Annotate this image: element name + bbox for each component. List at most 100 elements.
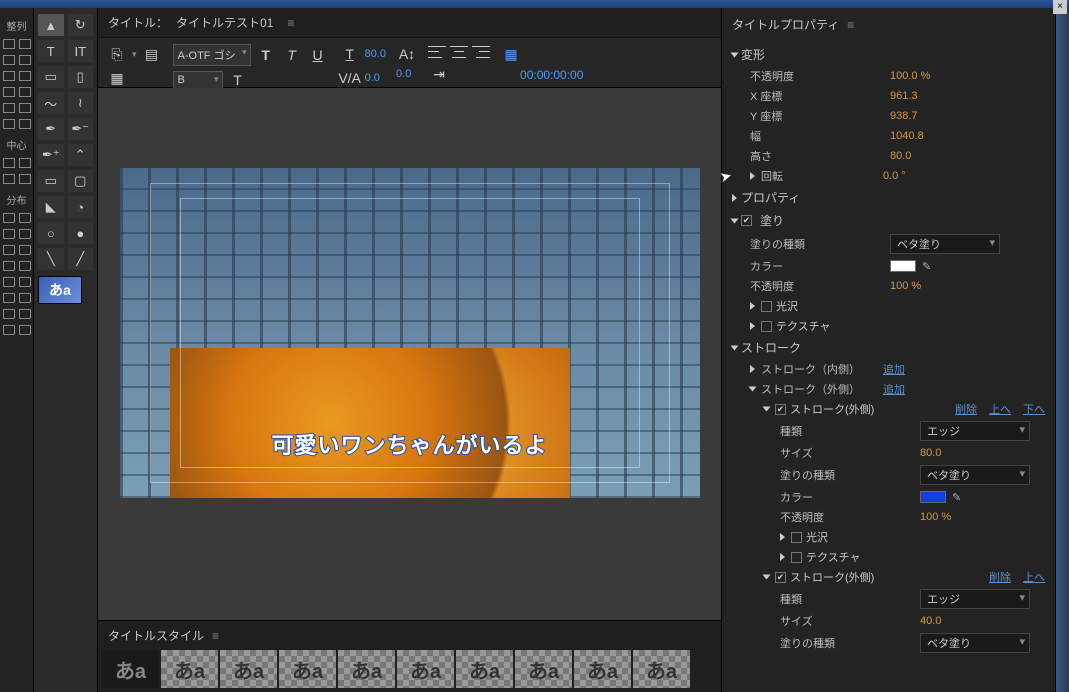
add-anchor-tool[interactable]: ✒⁺: [38, 144, 64, 166]
fill-color-swatch[interactable]: [890, 260, 916, 272]
align-right-icon[interactable]: [3, 69, 31, 83]
gloss-checkbox[interactable]: [761, 301, 772, 312]
align-bottom-icon[interactable]: [3, 117, 31, 131]
font-size-value[interactable]: 80.0: [365, 48, 386, 60]
style-swatch[interactable]: あa: [574, 650, 631, 688]
fill-opacity-value[interactable]: 100 %: [890, 280, 921, 292]
texture-checkbox[interactable]: [761, 321, 772, 332]
rotation-value[interactable]: 0.0 °: [883, 170, 906, 182]
stroke1-checkbox[interactable]: [775, 404, 786, 415]
outer-stroke-expand-icon[interactable]: [749, 387, 757, 392]
stroke1-filltype-select[interactable]: ベタ塗り: [920, 465, 1030, 485]
stroke1-down-link[interactable]: 下へ: [1023, 401, 1045, 417]
tab-stops-icon[interactable]: ⇥: [428, 64, 450, 84]
inner-stroke-add-link[interactable]: 追加: [883, 361, 905, 377]
gloss-expand-icon[interactable]: [750, 302, 755, 310]
center-v-icon[interactable]: [3, 172, 31, 186]
stroke2-expand-icon[interactable]: [763, 575, 771, 580]
align-left-icon[interactable]: [3, 37, 31, 51]
vertical-area-type-tool[interactable]: ▯: [68, 66, 94, 88]
leading-value[interactable]: 0.0: [396, 68, 411, 80]
align-top-icon[interactable]: [3, 85, 31, 99]
dist-6-icon[interactable]: [3, 291, 31, 305]
canvas-area[interactable]: 可愛いワンちゃんがいるよ: [98, 88, 721, 620]
stroke1-texture-checkbox[interactable]: [791, 552, 802, 563]
new-title-icon[interactable]: ⎘: [106, 44, 128, 64]
style-swatch[interactable]: あa: [279, 650, 336, 688]
roll-crawl-icon[interactable]: ▦: [106, 68, 128, 88]
italic-button[interactable]: T: [281, 45, 303, 65]
line-tool-2[interactable]: ╱: [68, 248, 94, 270]
align-center-button[interactable]: [450, 44, 468, 60]
style-swatch[interactable]: あa: [456, 650, 513, 688]
templates-icon[interactable]: ▤: [141, 44, 163, 64]
stroke2-filltype-select[interactable]: ベタ塗り: [920, 633, 1030, 653]
height-value[interactable]: 80.0: [890, 150, 911, 162]
align-vcenter-icon[interactable]: [3, 101, 31, 115]
stroke2-kind-select[interactable]: エッジ: [920, 589, 1030, 609]
section-transform[interactable]: 変形: [732, 43, 1045, 66]
style-thumbnail[interactable]: あa: [38, 276, 82, 304]
stroke1-color-swatch[interactable]: [920, 491, 946, 503]
inner-stroke-expand-icon[interactable]: [750, 365, 755, 373]
stroke1-texture-expand-icon[interactable]: [780, 553, 785, 561]
smallcaps-button[interactable]: T: [227, 70, 249, 90]
show-video-icon[interactable]: ▦: [500, 44, 522, 64]
rectangle-tool[interactable]: ▭: [38, 170, 64, 192]
style-swatch[interactable]: あa: [397, 650, 454, 688]
stroke1-gloss-checkbox[interactable]: [791, 532, 802, 543]
fill-type-select[interactable]: ベタ塗り: [890, 234, 1000, 254]
styles-panel-menu-icon[interactable]: ≡: [212, 629, 219, 643]
stroke2-delete-link[interactable]: 削除: [989, 569, 1011, 585]
stroke1-expand-icon[interactable]: [763, 407, 771, 412]
dist-8-icon[interactable]: [3, 323, 31, 337]
properties-menu-icon[interactable]: ≡: [847, 18, 854, 32]
style-swatch[interactable]: あa: [220, 650, 277, 688]
line-tool[interactable]: ╲: [38, 248, 64, 270]
underline-button[interactable]: U: [307, 45, 329, 65]
align-hcenter-icon[interactable]: [3, 53, 31, 67]
wedge-tool[interactable]: ◣: [38, 196, 64, 218]
stroke1-gloss-expand-icon[interactable]: [780, 533, 785, 541]
section-stroke[interactable]: ストローク: [732, 336, 1045, 359]
section-properties[interactable]: プロパティ: [732, 186, 1045, 209]
kerning-value[interactable]: 0.0: [365, 72, 380, 84]
eyedropper-icon[interactable]: ✎: [922, 260, 931, 273]
dist-4-icon[interactable]: [3, 259, 31, 273]
y-value[interactable]: 938.7: [890, 110, 918, 122]
bold-button[interactable]: T: [255, 45, 277, 65]
path-type-tool[interactable]: 〜: [38, 92, 64, 114]
panel-menu-icon[interactable]: ≡: [287, 16, 294, 30]
ellipse-fill-tool[interactable]: ●: [68, 222, 94, 244]
rotate-tool[interactable]: ↻: [68, 14, 94, 36]
dist-3-icon[interactable]: [3, 243, 31, 257]
stroke2-checkbox[interactable]: [775, 572, 786, 583]
texture-expand-icon[interactable]: [750, 322, 755, 330]
outer-stroke-add-link[interactable]: 追加: [883, 381, 905, 397]
dist-2-icon[interactable]: [3, 227, 31, 241]
rotation-expand-icon[interactable]: [750, 172, 755, 180]
style-swatch[interactable]: あa: [102, 650, 159, 688]
align-left-button[interactable]: [428, 44, 446, 60]
stroke1-opacity-value[interactable]: 100 %: [920, 511, 951, 523]
eyedropper-icon[interactable]: ✎: [952, 491, 961, 504]
section-fill[interactable]: 塗り: [732, 209, 1045, 232]
area-type-tool[interactable]: ▭: [38, 66, 64, 88]
rounded-rect-tool[interactable]: ▢: [68, 170, 94, 192]
align-right-button[interactable]: [472, 44, 490, 60]
vertical-type-tool[interactable]: IT: [68, 40, 94, 62]
window-close-button[interactable]: ×: [1053, 0, 1067, 14]
title-canvas[interactable]: 可愛いワンちゃんがいるよ: [120, 168, 700, 498]
fill-checkbox[interactable]: [741, 215, 752, 226]
width-value[interactable]: 1040.8: [890, 130, 924, 142]
style-swatch[interactable]: あa: [633, 650, 690, 688]
font-family-select[interactable]: A-OTF ゴシ: [173, 44, 251, 66]
pen-tool[interactable]: ✒: [38, 118, 64, 140]
selection-tool[interactable]: ▲: [38, 14, 64, 36]
stroke1-kind-select[interactable]: エッジ: [920, 421, 1030, 441]
stroke2-size-value[interactable]: 40.0: [920, 615, 941, 627]
type-tool[interactable]: T: [38, 40, 64, 62]
x-value[interactable]: 961.3: [890, 90, 918, 102]
arc-tool[interactable]: ◔: [68, 196, 94, 218]
style-swatch[interactable]: あa: [338, 650, 395, 688]
